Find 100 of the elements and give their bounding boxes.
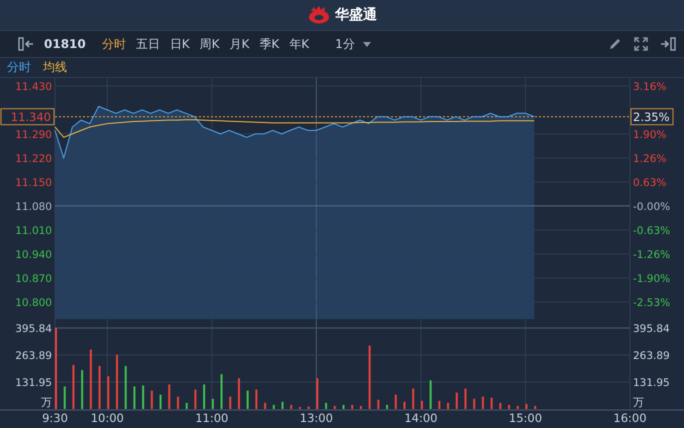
- legend-label: 分时: [7, 59, 31, 76]
- volume-bar: [508, 404, 510, 409]
- volume-bar: [150, 390, 153, 409]
- chart-tab[interactable]: 分时: [98, 34, 130, 54]
- pencil-icon[interactable]: [608, 37, 622, 51]
- percent-axis-label: -0.00%: [633, 200, 670, 213]
- percent-axis-label: -2.53%: [633, 296, 670, 309]
- volume-bar: [238, 378, 240, 409]
- chart-tab[interactable]: 季K: [255, 34, 284, 54]
- percent-axis-label: -1.26%: [633, 248, 670, 261]
- volume-bar: [525, 404, 528, 409]
- percent-axis-label: 1.90%: [633, 128, 666, 141]
- volume-bar: [272, 404, 275, 409]
- volume-bar: [72, 365, 74, 409]
- volume-bar: [142, 385, 144, 409]
- time-axis-label: 14:00: [404, 411, 438, 425]
- exit-panel-icon[interactable]: [660, 37, 676, 51]
- volume-bar: [438, 400, 440, 409]
- volume-bar: [316, 378, 318, 409]
- percent-axis-label: -0.63%: [633, 224, 670, 237]
- volume-bar: [203, 384, 206, 409]
- volume-bar: [246, 390, 249, 409]
- time-axis-label: 9:30: [42, 411, 68, 425]
- volume-bar: [430, 380, 432, 409]
- price-axis-label: 10.800: [15, 296, 52, 309]
- cursor-price-label: 11.340: [0, 108, 54, 126]
- volume-bar: [220, 374, 223, 409]
- volume-axis-label: 263.89: [633, 350, 670, 362]
- time-axis-label: 13:00: [300, 411, 333, 425]
- time-axis-label: 11:00: [195, 411, 228, 425]
- volume-bar: [133, 386, 136, 409]
- volume-bar: [168, 384, 170, 409]
- volume-bar: [81, 370, 84, 409]
- volume-bar: [264, 402, 266, 409]
- volume-bar: [516, 406, 519, 409]
- volume-bar: [473, 398, 476, 409]
- time-axis-label: 16:00: [613, 411, 647, 425]
- chart-tab[interactable]: 周K: [196, 34, 224, 54]
- volume-bar: [420, 400, 423, 409]
- volume-bar: [107, 376, 110, 409]
- percent-axis-label: 0.63%: [633, 176, 666, 189]
- logo-icon: [307, 6, 331, 24]
- volume-bar: [194, 390, 196, 409]
- volume-axis-label: 395.84: [633, 322, 670, 335]
- volume-bar: [98, 366, 101, 409]
- price-axis-label: 11.290: [15, 128, 52, 141]
- volume-axis-label: 263.89: [15, 350, 52, 362]
- collapse-panel-icon[interactable]: [18, 37, 34, 51]
- volume-bar: [282, 402, 284, 409]
- volume-bar: [403, 402, 406, 409]
- volume-bar: [64, 386, 66, 409]
- volume-bar: [290, 404, 292, 409]
- volume-axis-label: 395.84: [15, 322, 52, 335]
- chart-tab[interactable]: 日K: [166, 34, 194, 54]
- caret-icon: [362, 42, 371, 46]
- volume-bar: [412, 388, 414, 409]
- volume-unit: 万: [633, 396, 644, 409]
- brand-name: 华盛通: [335, 6, 377, 24]
- volume-bar: [464, 388, 466, 409]
- percent-axis-label: 1.26%: [633, 152, 666, 165]
- volume-axis-label: 131.95: [633, 377, 670, 389]
- volume-bar: [351, 404, 354, 409]
- legend-label: 均线: [43, 59, 67, 76]
- percent-axis-label: 3.16%: [633, 80, 666, 93]
- chart-tab[interactable]: 月K: [226, 34, 254, 54]
- volume-bar: [490, 398, 493, 409]
- volume-bar: [116, 354, 118, 409]
- price-axis-label: 11.150: [15, 176, 52, 189]
- volume-bar: [368, 346, 371, 409]
- volume-bar: [447, 402, 450, 409]
- volume-bar: [176, 396, 179, 409]
- price-axis-label: 11.010: [15, 224, 52, 237]
- volume-bar: [160, 394, 162, 409]
- volume-bar: [386, 404, 388, 409]
- volume-bar: [456, 392, 458, 409]
- volume-bar: [255, 390, 258, 409]
- price-axis-label: 10.870: [15, 272, 52, 285]
- fullscreen-icon[interactable]: [634, 37, 648, 51]
- volume-bar: [325, 402, 328, 409]
- volume-bar: [482, 396, 484, 409]
- volume-bar: [229, 396, 232, 409]
- chart-tab[interactable]: 五日: [132, 34, 164, 54]
- percent-axis-label: -1.90%: [633, 272, 670, 285]
- volume-bar: [124, 366, 127, 409]
- volume-bar: [377, 400, 380, 409]
- interval-dropdown[interactable]: 1分: [329, 34, 377, 54]
- volume-bar: [212, 398, 214, 409]
- price-axis-label: 11.220: [15, 152, 52, 165]
- volume-bar: [90, 350, 92, 409]
- volume-bar: [308, 406, 310, 409]
- chart-tab[interactable]: 年K: [285, 34, 314, 54]
- volume-bar: [334, 406, 336, 409]
- price-axis-label: 11.080: [15, 200, 52, 213]
- volume-unit: 万: [41, 396, 52, 409]
- cursor-percent-label: 2.35%: [630, 108, 674, 126]
- price-axis-label: 11.430: [15, 80, 52, 93]
- volume-bar: [298, 406, 301, 409]
- time-axis-label: 10:00: [90, 411, 124, 425]
- volume-bar: [394, 394, 397, 409]
- volume-bar: [499, 402, 502, 409]
